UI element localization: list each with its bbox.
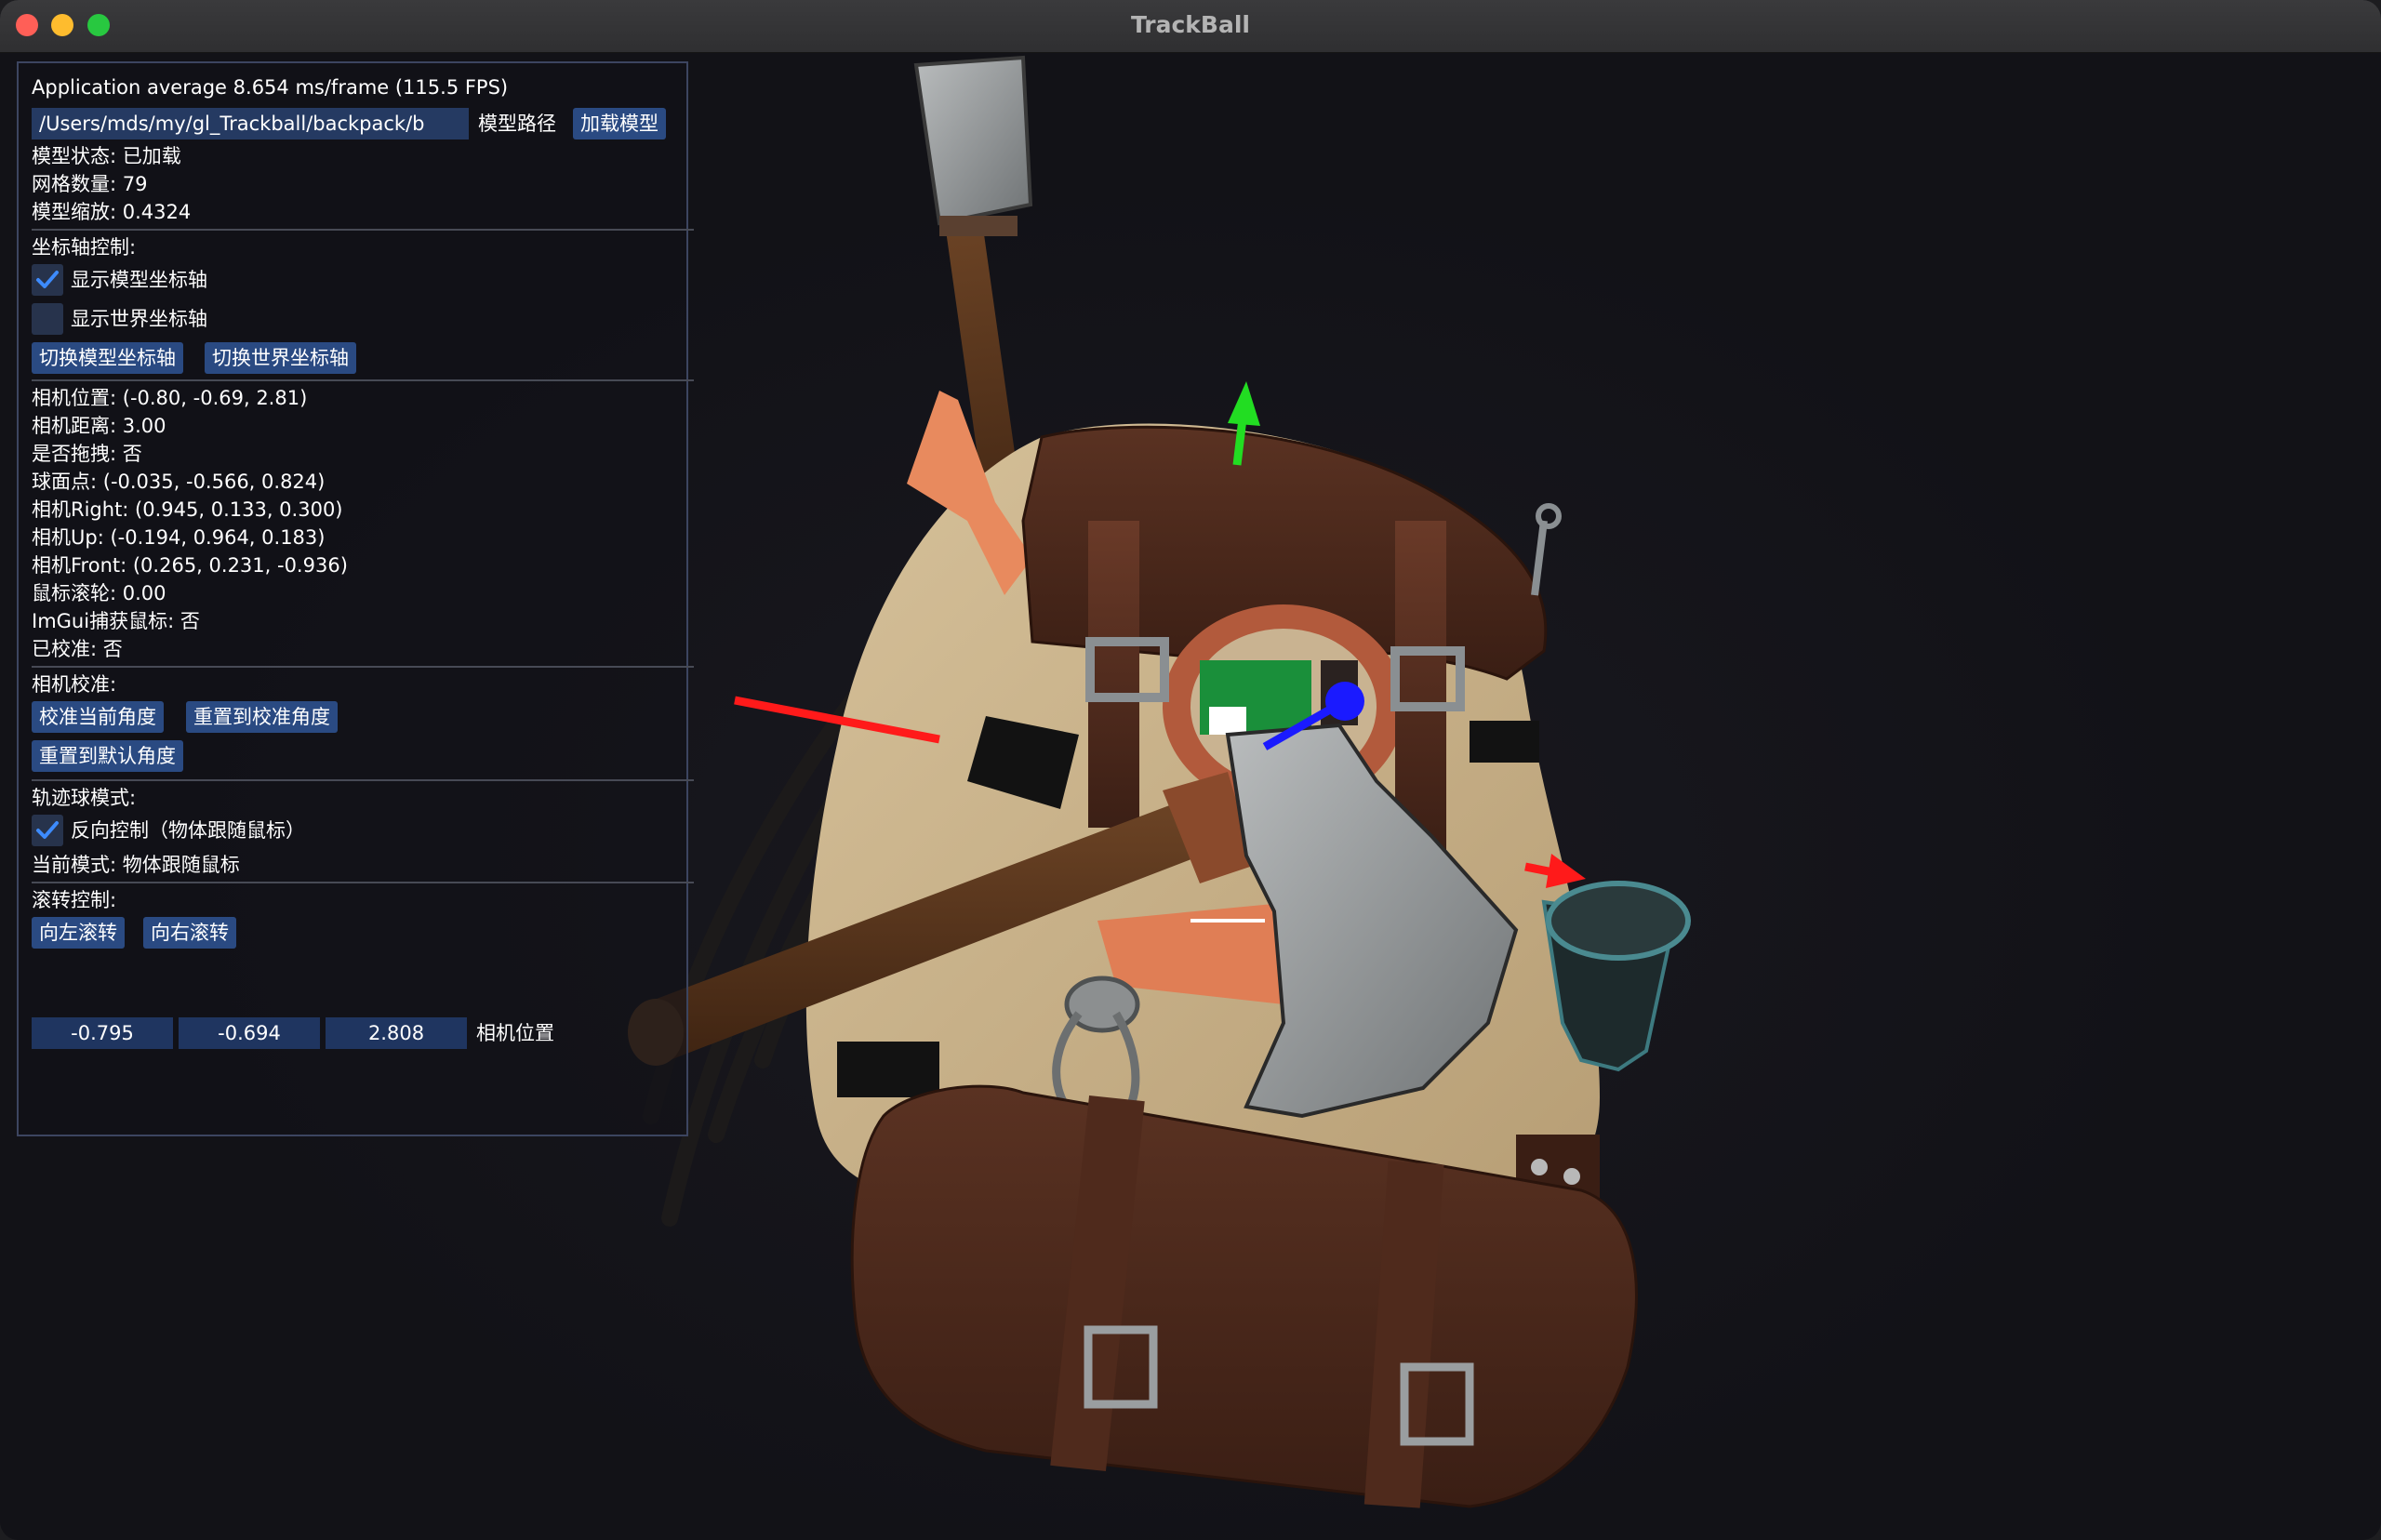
calibrate-current-button[interactable]: 校准当前角度 <box>32 701 164 733</box>
camera-distance-readout: 相机距离: 3.00 <box>32 415 166 437</box>
roll-left-button[interactable]: 向左滚转 <box>32 917 125 949</box>
model-path-label: 模型路径 <box>478 113 556 135</box>
camera-pos-z-drag[interactable]: 2.808 <box>326 1017 467 1049</box>
reset-to-calibrated-button[interactable]: 重置到校准角度 <box>186 701 338 733</box>
title-bar[interactable]: TrackBall <box>0 0 2381 53</box>
toggle-world-axis-button[interactable]: 切换世界坐标轴 <box>205 342 356 374</box>
reverse-control-checkbox[interactable] <box>32 815 63 846</box>
show-model-axis-label: 显示模型坐标轴 <box>71 269 207 291</box>
current-mode-readout: 当前模式: 物体跟随鼠标 <box>32 854 240 876</box>
reset-to-default-button[interactable]: 重置到默认角度 <box>32 740 183 772</box>
separator <box>32 779 694 781</box>
reverse-control-label: 反向控制（物体跟随鼠标） <box>71 819 305 842</box>
show-world-axis-checkbox[interactable] <box>32 303 63 335</box>
separator <box>32 379 694 381</box>
mesh-count: 网格数量: 79 <box>32 173 148 195</box>
show-model-axis-checkbox[interactable] <box>32 264 63 296</box>
mouse-wheel-readout: 鼠标滚轮: 0.00 <box>32 582 166 604</box>
separator <box>32 666 694 668</box>
camera-up-readout: 相机Up: (-0.194, 0.964, 0.183) <box>32 526 326 549</box>
camera-pos-x-drag[interactable]: -0.795 <box>32 1017 173 1049</box>
separator <box>32 229 694 231</box>
trackball-section-header: 轨迹球模式: <box>32 787 137 809</box>
trackball-window: TrackBall Application average 8.654 ms/f… <box>0 0 2381 1540</box>
checkmark-icon <box>36 271 59 288</box>
imgui-control-panel[interactable]: Application average 8.654 ms/frame (115.… <box>17 61 694 1136</box>
model-path-input[interactable]: /Users/mds/my/gl_Trackball/backpack/b <box>32 108 469 139</box>
camera-position-readout: 相机位置: (-0.80, -0.69, 2.81) <box>32 387 308 409</box>
camera-front-readout: 相机Front: (0.265, 0.231, -0.936) <box>32 554 348 577</box>
imgui-capture-status: ImGui捕获鼠标: 否 <box>32 610 200 632</box>
axis-section-header: 坐标轴控制: <box>32 236 137 259</box>
roll-right-button[interactable]: 向右滚转 <box>143 917 236 949</box>
show-world-axis-label: 显示世界坐标轴 <box>71 308 207 330</box>
load-model-button[interactable]: 加载模型 <box>573 108 666 139</box>
camera-pos-y-drag[interactable]: -0.694 <box>179 1017 320 1049</box>
separator <box>32 882 694 883</box>
sphere-point-readout: 球面点: (-0.035, -0.566, 0.824) <box>32 471 326 493</box>
calibrated-status: 已校准: 否 <box>32 638 123 660</box>
model-status: 模型状态: 已加载 <box>32 145 181 167</box>
dragging-status: 是否拖拽: 否 <box>32 443 142 465</box>
camera-pos-label: 相机位置 <box>476 1022 554 1044</box>
model-scale: 模型缩放: 0.4324 <box>32 201 192 223</box>
camera-right-readout: 相机Right: (0.945, 0.133, 0.300) <box>32 498 343 521</box>
toggle-model-axis-button[interactable]: 切换模型坐标轴 <box>32 342 183 374</box>
fps-readout: Application average 8.654 ms/frame (115.… <box>32 76 509 99</box>
checkmark-icon <box>36 821 59 839</box>
calibration-section-header: 相机校准: <box>32 673 117 696</box>
window-title: TrackBall <box>1130 11 1250 38</box>
roll-section-header: 滚转控制: <box>32 889 117 911</box>
